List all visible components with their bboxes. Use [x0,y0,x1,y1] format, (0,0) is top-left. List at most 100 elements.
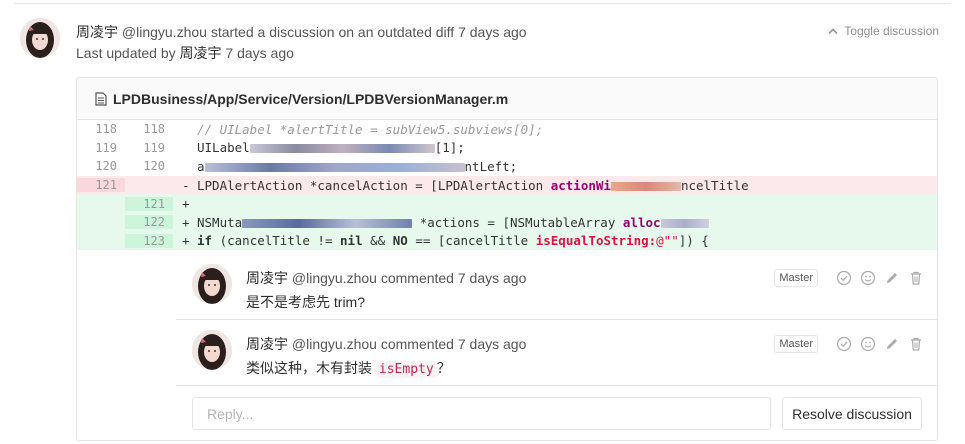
last-updated: Last updated by 周凌宇 7 days ago [76,43,294,63]
check-circle-icon[interactable] [836,270,852,286]
redacted-block [249,144,435,154]
discussion-action: started a discussion on an outdated diff [210,24,455,40]
discussion-header: 周凌宇 @lingyu.zhou started a discussion on… [76,22,527,42]
separator-line [14,3,951,4]
resolve-discussion-button[interactable]: Resolve discussion [782,397,922,430]
toggle-discussion-button[interactable]: Toggle discussion [828,24,939,38]
note-time[interactable]: 7 days ago [458,336,527,352]
new-line-number[interactable]: 121 [125,196,173,211]
code-keyword: NO [392,233,408,249]
code-line: LPDAlertAction *cancelAction = [LPDAlert… [197,178,937,193]
author-handle[interactable]: @lingyu.zhou [292,270,377,286]
code-method: actionWi [550,177,611,193]
code-token: a [197,158,205,174]
new-line-number[interactable]: 122 [125,215,173,230]
redacted-block [204,162,465,172]
note-action: commented [380,336,454,352]
note-time[interactable]: 7 days ago [458,270,527,286]
avatar[interactable] [192,330,232,370]
author-handle[interactable]: @lingyu.zhou [122,24,207,40]
note-header: 周凌宇 @lingyu.zhou commented 7 days ago [246,268,526,288]
trash-icon[interactable] [908,336,924,352]
code-line: if (cancelTitle != nil && NO == [cancelT… [197,233,937,248]
author-handle[interactable]: @lingyu.zhou [292,336,377,352]
code-keyword: nil [340,233,363,249]
file-icon [95,91,107,106]
discussion-time: 7 days ago [458,24,527,40]
code-line: UILabel [1]; [197,140,937,155]
reply-row: Resolve discussion [176,383,938,433]
redacted-block [660,218,709,228]
discussion-notes: 周凌宇 @lingyu.zhou commented 7 days ago 是不… [176,254,938,386]
note-body-text: ？ [436,360,451,376]
code-token: ]) { [678,233,709,249]
new-line-number[interactable]: 120 [125,159,173,173]
diff-sign: + [182,214,190,230]
smiley-icon[interactable] [860,270,876,286]
inline-code: isEmpty [375,361,437,378]
new-line-number[interactable]: 119 [125,141,173,155]
diff-line: 118 118 // UILabel *alertTitle = subView… [77,120,937,139]
old-line-number[interactable]: 121 [77,178,125,193]
diff-line-removed: 121 - LPDAlertAction *cancelAction = [LP… [77,175,937,195]
code-string: @"" [656,233,679,249]
note-actions [836,336,924,352]
author-name[interactable]: 周凌宇 [76,24,118,40]
code-line: NSMuta *actions = [NSMutableArray alloc [197,215,937,230]
new-line-number[interactable]: 118 [125,122,173,136]
diff-view: 118 118 // UILabel *alertTitle = subView… [77,120,937,251]
note-header: 周凌宇 @lingyu.zhou commented 7 days ago [246,334,526,354]
note: 周凌宇 @lingyu.zhou commented 7 days ago 类似… [176,320,938,386]
note: 周凌宇 @lingyu.zhou commented 7 days ago 是不… [176,254,938,320]
code-method: isEqualToString: [535,233,657,249]
reply-input[interactable] [192,397,771,430]
code-token: NSMuta [197,214,243,230]
diff-sign: + [182,196,190,212]
trash-icon[interactable] [908,270,924,286]
code-token: [1]; [434,140,465,156]
code-token: ncelTitle [680,177,749,193]
redacted-block [610,181,681,191]
code-method: alloc [622,214,661,230]
file-path[interactable]: LPDBusiness/App/Service/Version/LPDBVers… [113,91,508,107]
old-line-number[interactable]: 118 [77,122,125,136]
smiley-icon[interactable] [860,336,876,352]
code-line: a ntLeft; [197,159,937,174]
pencil-icon[interactable] [884,336,900,352]
note-body: 是不是考虑先 trim? [246,294,365,310]
code-line: // UILabel *alertTitle = subView5.subvie… [197,122,937,137]
code-token: (cancelTitle != [219,233,333,249]
pencil-icon[interactable] [884,270,900,286]
chevron-up-icon [828,28,838,35]
diff-line-added: 121 + [77,194,937,213]
note-body-text: 类似这种，木有封装 [246,360,376,376]
new-line-number[interactable]: 123 [125,233,173,248]
code-comment: // UILabel *alertTitle = subView5.subvie… [197,121,544,137]
role-badge: Master [774,335,818,353]
file-header: LPDBusiness/App/Service/Version/LPDBVers… [77,78,937,120]
updated-by[interactable]: 周凌宇 [180,45,222,61]
code-token: && [370,233,386,249]
code-keyword: if [197,233,213,249]
role-badge: Master [774,269,818,287]
code-token: ntLeft; [464,158,518,174]
note-action: commented [380,270,454,286]
old-line-number[interactable]: 120 [77,159,125,173]
check-circle-icon[interactable] [836,336,852,352]
code-token: *actions = [NSMutableArray [419,214,616,230]
last-updated-prefix: Last updated by [76,45,176,61]
code-token: LPDAlertAction *cancelAction = [LPDAlert… [197,177,544,193]
toggle-discussion-label: Toggle discussion [844,24,939,38]
author-name[interactable]: 周凌宇 [246,270,288,286]
note-actions [836,270,924,286]
diff-sign: - [182,177,190,193]
diff-sign: + [182,233,190,249]
avatar[interactable] [20,18,60,58]
diff-line: 119 119 UILabel [1]; [77,139,937,158]
diff-line-added: 122 + NSMuta *actions = [NSMutableArray … [77,212,937,232]
old-line-number[interactable]: 119 [77,141,125,155]
note-body: 类似这种，木有封装 isEmpty？ [246,358,451,378]
diff-line-added: 123 + if (cancelTitle != nil && NO == [c… [77,231,937,251]
avatar[interactable] [192,264,232,304]
author-name[interactable]: 周凌宇 [246,336,288,352]
